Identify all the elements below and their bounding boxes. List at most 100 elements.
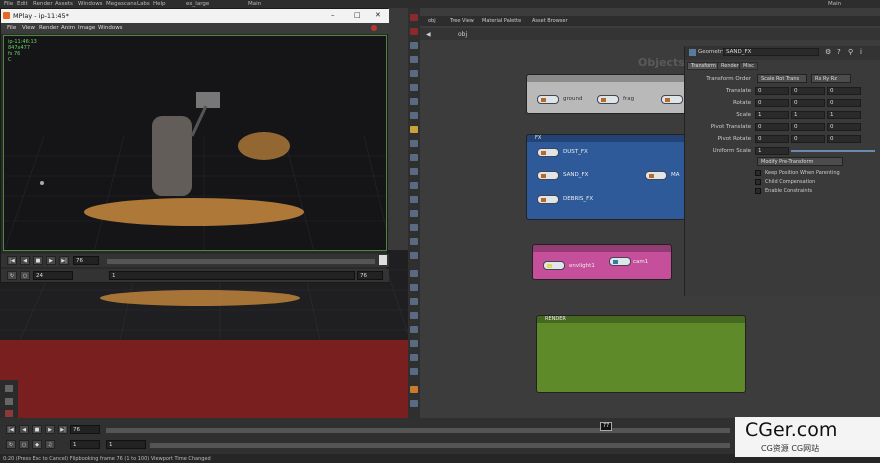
realtime-icon[interactable]: ○ xyxy=(19,440,29,449)
node-frag[interactable] xyxy=(597,95,619,104)
loop-icon[interactable]: ↻ xyxy=(6,440,16,449)
flipbook-image[interactable]: ip-11:46:13 847x477 fs 76 C xyxy=(3,35,387,251)
mplay-menu-windows[interactable]: Windows xyxy=(98,25,123,31)
uniform-scale-slider[interactable] xyxy=(791,150,875,152)
menu-assets[interactable]: Assets xyxy=(55,1,73,7)
fps-field[interactable]: 24 xyxy=(33,271,73,280)
modify-pre-transform-button[interactable]: Modify Pre-Transform xyxy=(757,157,843,166)
tool-icon[interactable] xyxy=(5,398,13,405)
pivot-translate-x[interactable]: 0 xyxy=(755,123,789,131)
search-icon[interactable]: ⚲ xyxy=(848,48,853,56)
tab-misc[interactable]: Misc xyxy=(739,62,759,70)
tool-icon[interactable] xyxy=(5,410,13,417)
mplay-menu-render[interactable]: Render xyxy=(39,25,59,31)
start-frame-field[interactable]: 1 xyxy=(70,440,100,449)
play-icon[interactable]: ▶ xyxy=(45,425,55,434)
translate-x[interactable]: 0 xyxy=(755,87,789,95)
scale-x[interactable]: 1 xyxy=(755,111,789,119)
help-icon[interactable]: ? xyxy=(837,48,841,56)
node-debris-fx[interactable] xyxy=(537,195,559,204)
frame-field[interactable]: 76 xyxy=(70,425,100,434)
child-compensation-checkbox[interactable] xyxy=(755,179,761,185)
enable-constraints-checkbox[interactable] xyxy=(755,188,761,194)
tab-transform[interactable]: Transform xyxy=(687,62,720,70)
pivot-rotate-x[interactable]: 0 xyxy=(755,135,789,143)
audio-icon[interactable]: ♫ xyxy=(45,440,55,449)
jump-end-icon[interactable]: ▶| xyxy=(59,256,69,265)
mplay-menu-view[interactable]: View xyxy=(22,25,35,31)
range-start-field[interactable]: 1 xyxy=(109,271,355,280)
uniform-scale-field[interactable]: 1 xyxy=(755,147,789,155)
back-icon[interactable]: ◀ xyxy=(426,31,431,38)
mplay-window[interactable]: MPlay - ip-11:45* – □ ✕ File View Render… xyxy=(0,8,389,283)
key-icon[interactable]: ◆ xyxy=(32,440,42,449)
rotate-x[interactable]: 0 xyxy=(755,99,789,107)
range-slider[interactable] xyxy=(150,443,730,448)
network-box-fx[interactable]: FX DUST_FX SAND_FX DEBRIS_FX MA xyxy=(526,134,686,220)
settings-icon[interactable] xyxy=(379,255,387,265)
record-icon[interactable] xyxy=(371,25,377,31)
current-frame-marker[interactable]: 77 xyxy=(600,422,612,431)
menu-labs[interactable]: Labs xyxy=(137,1,150,7)
tab-obj[interactable]: obj xyxy=(428,18,436,24)
node-ma[interactable] xyxy=(645,171,667,180)
network-box-render[interactable]: RENDER xyxy=(536,315,746,393)
mplay-titlebar[interactable]: MPlay - ip-11:45* – □ ✕ xyxy=(1,9,389,23)
play-icon[interactable]: ▶ xyxy=(46,256,56,265)
network-box-lights[interactable]: envlight1 cam1 xyxy=(532,244,672,280)
menu-megascans[interactable]: Megascans xyxy=(106,1,137,7)
rotate-order-select[interactable]: Rx Ry Rz xyxy=(811,74,851,83)
jump-start-icon[interactable]: |◀ xyxy=(7,256,17,265)
mplay-menu-file[interactable]: File xyxy=(7,25,16,31)
scale-z[interactable]: 1 xyxy=(827,111,861,119)
frame-field[interactable]: 76 xyxy=(73,256,99,265)
pivot-translate-y[interactable]: 0 xyxy=(791,123,825,131)
node-sand-fx[interactable] xyxy=(537,171,559,180)
node-dust-fx[interactable] xyxy=(537,148,559,157)
node-cam[interactable] xyxy=(609,257,631,266)
right-main-tab[interactable]: Main xyxy=(828,1,841,7)
timeline-slider[interactable] xyxy=(106,428,730,433)
translate-z[interactable]: 0 xyxy=(827,87,861,95)
maximize-icon[interactable]: □ xyxy=(354,11,361,19)
minimize-icon[interactable]: – xyxy=(331,11,335,19)
node-name-field[interactable]: SAND_FX xyxy=(723,48,819,56)
pivot-rotate-z[interactable]: 0 xyxy=(827,135,861,143)
tab-tree-view[interactable]: Tree View xyxy=(450,18,474,24)
main-tab[interactable]: Main xyxy=(248,1,261,7)
network-box-top[interactable]: ground frag xyxy=(526,74,696,114)
tab-material-palette[interactable]: Material Palette xyxy=(482,18,521,24)
menu-windows[interactable]: Windows xyxy=(78,1,103,7)
info-icon[interactable]: i xyxy=(860,48,862,56)
range-start-field[interactable]: 1 xyxy=(106,440,146,449)
mplay-menu-anim[interactable]: Anim xyxy=(61,25,75,31)
node-ground[interactable] xyxy=(537,95,559,104)
menu-render[interactable]: Render xyxy=(33,1,53,7)
tool-icon[interactable] xyxy=(5,385,13,392)
node-extra[interactable] xyxy=(661,95,683,104)
pivot-translate-z[interactable]: 0 xyxy=(827,123,861,131)
scale-y[interactable]: 1 xyxy=(791,111,825,119)
translate-y[interactable]: 0 xyxy=(791,87,825,95)
jump-end-icon[interactable]: ▶| xyxy=(58,425,68,434)
range-end-field[interactable]: 76 xyxy=(357,271,383,280)
pivot-rotate-y[interactable]: 0 xyxy=(791,135,825,143)
rotate-z[interactable]: 0 xyxy=(827,99,861,107)
mplay-menu-image[interactable]: Image xyxy=(78,25,95,31)
desktop-tab[interactable]: ex_large xyxy=(186,1,209,7)
keep-position-checkbox[interactable] xyxy=(755,170,761,176)
step-back-icon[interactable]: ◀ xyxy=(20,256,30,265)
menu-edit[interactable]: Edit xyxy=(17,1,28,7)
stop-icon[interactable]: ■ xyxy=(32,425,42,434)
frame-slider[interactable] xyxy=(107,259,375,264)
close-icon[interactable]: ✕ xyxy=(375,11,381,19)
menu-help[interactable]: Help xyxy=(153,1,166,7)
stop-icon[interactable]: ■ xyxy=(33,256,43,265)
jump-start-icon[interactable]: |◀ xyxy=(6,425,16,434)
menu-file[interactable]: File xyxy=(4,1,13,7)
rotate-y[interactable]: 0 xyxy=(791,99,825,107)
step-back-icon[interactable]: ◀ xyxy=(19,425,29,434)
tab-asset-browser[interactable]: Asset Browser xyxy=(532,18,568,24)
realtime-icon[interactable]: ○ xyxy=(20,271,30,280)
node-envlight[interactable] xyxy=(543,261,565,270)
